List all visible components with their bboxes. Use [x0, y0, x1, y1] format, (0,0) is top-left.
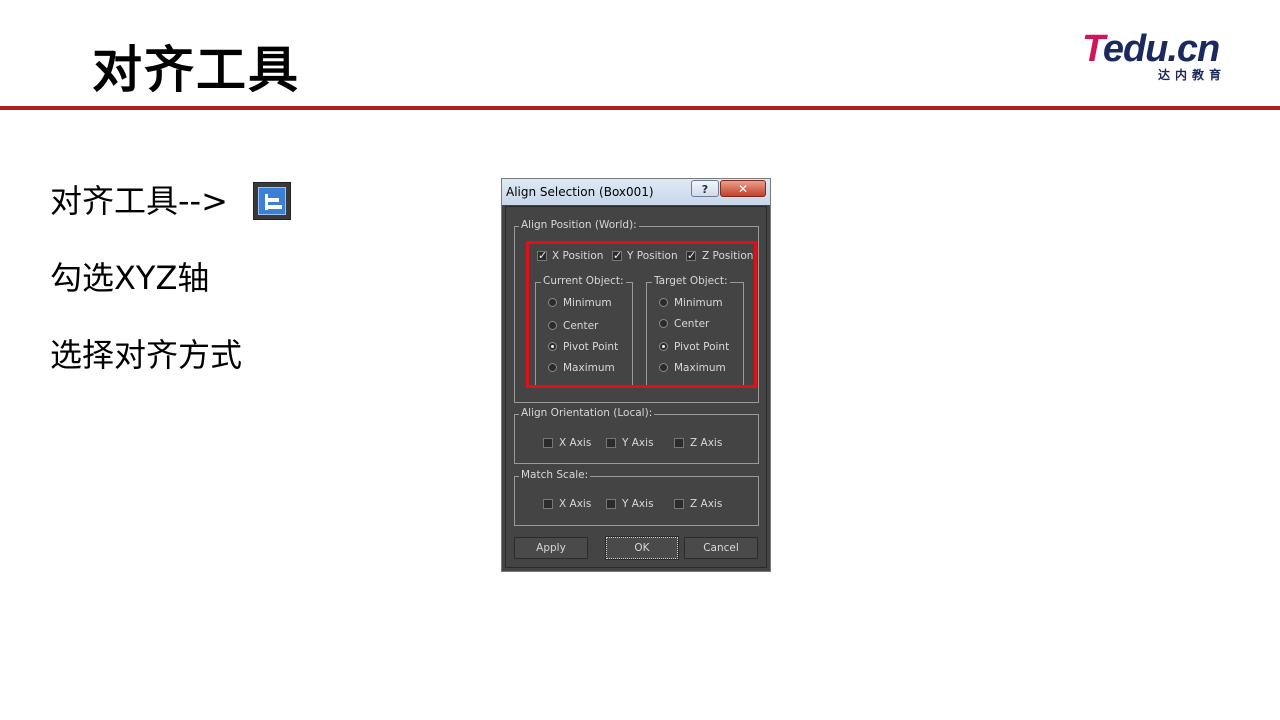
align-tool-icon — [253, 182, 291, 220]
logo-wordmark: Tedu.cn — [1082, 28, 1220, 70]
title-divider — [0, 106, 1280, 110]
bullet-choose-mode: 选择对齐方式 — [50, 336, 243, 374]
dialog-titlebar[interactable]: Align Selection (Box001) ? ✕ — [502, 179, 770, 205]
orient-x-checkbox[interactable] — [543, 438, 553, 448]
dialog-title: Align Selection (Box001) — [506, 185, 654, 199]
slide-title: 对齐工具 — [92, 41, 300, 99]
bullet-check-xyz: 勾选XYZ轴 — [50, 259, 210, 297]
scale-z-checkbox[interactable] — [674, 499, 684, 509]
orient-z-label: Z Axis — [690, 437, 723, 449]
scale-z-label: Z Axis — [690, 498, 723, 510]
scale-y-checkbox[interactable] — [606, 499, 616, 509]
orient-y-label: Y Axis — [622, 437, 654, 449]
tedu-logo: Tedu.cn 达内教育 — [1082, 28, 1242, 88]
ok-button[interactable]: OK — [605, 536, 679, 560]
align-tool-icon-face — [258, 187, 286, 215]
close-button[interactable]: ✕ — [720, 180, 766, 197]
highlight-box — [526, 241, 757, 388]
orient-x-label: X Axis — [559, 437, 592, 449]
apply-button[interactable]: Apply — [514, 537, 588, 559]
align-orientation-label: Align Orientation (Local): — [519, 407, 655, 419]
scale-y-label: Y Axis — [622, 498, 654, 510]
scale-x-checkbox[interactable] — [543, 499, 553, 509]
cancel-button[interactable]: Cancel — [684, 537, 758, 559]
scale-x-label: X Axis — [559, 498, 592, 510]
logo-subtitle: 达内教育 — [1158, 68, 1227, 82]
match-scale-label: Match Scale: — [519, 469, 591, 481]
orient-z-checkbox[interactable] — [674, 438, 684, 448]
bullet-align-tool: 对齐工具--> — [50, 182, 228, 220]
align-position-label: Align Position (World): — [519, 219, 639, 231]
orient-y-checkbox[interactable] — [606, 438, 616, 448]
help-button[interactable]: ? — [691, 180, 719, 197]
